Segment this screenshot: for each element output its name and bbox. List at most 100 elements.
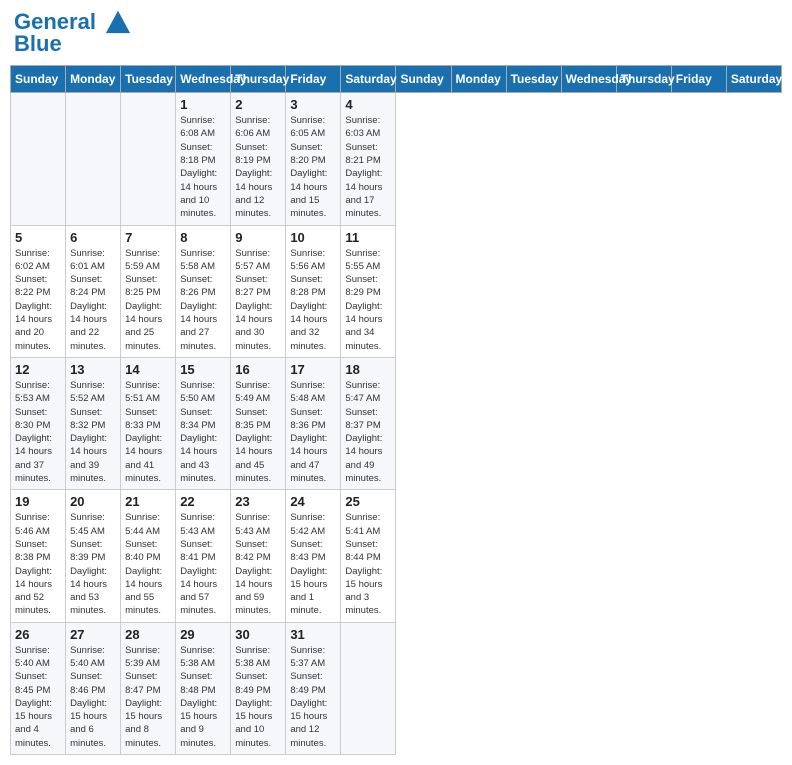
day-info: Sunrise: 5:48 AMSunset: 8:36 PMDaylight:…	[290, 379, 336, 485]
day-info: Sunrise: 5:40 AMSunset: 8:45 PMDaylight:…	[15, 644, 61, 750]
day-info: Sunrise: 5:47 AMSunset: 8:37 PMDaylight:…	[345, 379, 391, 485]
col-header-tuesday: Tuesday	[506, 66, 561, 93]
day-header-thursday: Thursday	[231, 66, 286, 93]
calendar-cell: 6 Sunrise: 6:01 AMSunset: 8:24 PMDaylight…	[66, 225, 121, 357]
calendar-cell: 3 Sunrise: 6:05 AMSunset: 8:20 PMDaylight…	[286, 93, 341, 225]
day-info: Sunrise: 5:51 AMSunset: 8:33 PMDaylight:…	[125, 379, 171, 485]
day-number: 23	[235, 494, 281, 509]
day-info: Sunrise: 5:42 AMSunset: 8:43 PMDaylight:…	[290, 511, 336, 617]
day-info: Sunrise: 5:57 AMSunset: 8:27 PMDaylight:…	[235, 247, 281, 353]
calendar-cell: 15 Sunrise: 5:50 AMSunset: 8:34 PMDayligh…	[176, 357, 231, 489]
day-info: Sunrise: 5:37 AMSunset: 8:49 PMDaylight:…	[290, 644, 336, 750]
day-info: Sunrise: 5:58 AMSunset: 8:26 PMDaylight:…	[180, 247, 226, 353]
day-number: 18	[345, 362, 391, 377]
day-info: Sunrise: 5:50 AMSunset: 8:34 PMDaylight:…	[180, 379, 226, 485]
day-number: 24	[290, 494, 336, 509]
day-info: Sunrise: 5:38 AMSunset: 8:49 PMDaylight:…	[235, 644, 281, 750]
calendar-table: SundayMondayTuesdayWednesdayThursdayFrid…	[10, 65, 782, 755]
day-number: 27	[70, 627, 116, 642]
page-header: General Blue	[10, 10, 782, 57]
calendar-cell: 29 Sunrise: 5:38 AMSunset: 8:48 PMDayligh…	[176, 622, 231, 754]
calendar-week-3: 12 Sunrise: 5:53 AMSunset: 8:30 PMDayligh…	[11, 357, 782, 489]
day-header-tuesday: Tuesday	[121, 66, 176, 93]
day-header-saturday: Saturday	[341, 66, 396, 93]
calendar-cell: 31 Sunrise: 5:37 AMSunset: 8:49 PMDayligh…	[286, 622, 341, 754]
calendar-week-1: 1Sunrise: 6:08 AMSunset: 8:18 PMDaylight…	[11, 93, 782, 225]
calendar-cell: 9 Sunrise: 5:57 AMSunset: 8:27 PMDaylight…	[231, 225, 286, 357]
calendar-cell: 18 Sunrise: 5:47 AMSunset: 8:37 PMDayligh…	[341, 357, 396, 489]
calendar-header-row: SundayMondayTuesdayWednesdayThursdayFrid…	[11, 66, 782, 93]
calendar-cell: 2 Sunrise: 6:06 AMSunset: 8:19 PMDaylight…	[231, 93, 286, 225]
calendar-cell: 16 Sunrise: 5:49 AMSunset: 8:35 PMDayligh…	[231, 357, 286, 489]
col-header-saturday: Saturday	[726, 66, 781, 93]
day-info: Sunrise: 5:44 AMSunset: 8:40 PMDaylight:…	[125, 511, 171, 617]
day-number: 12	[15, 362, 61, 377]
calendar-cell: 28 Sunrise: 5:39 AMSunset: 8:47 PMDayligh…	[121, 622, 176, 754]
day-info: Sunrise: 5:41 AMSunset: 8:44 PMDaylight:…	[345, 511, 391, 617]
day-number: 2	[235, 97, 281, 112]
day-number: 3	[290, 97, 336, 112]
calendar-cell: 12 Sunrise: 5:53 AMSunset: 8:30 PMDayligh…	[11, 357, 66, 489]
day-number: 16	[235, 362, 281, 377]
day-header-friday: Friday	[286, 66, 341, 93]
day-number: 5	[15, 230, 61, 245]
day-header-monday: Monday	[66, 66, 121, 93]
day-info: Sunrise: 5:45 AMSunset: 8:39 PMDaylight:…	[70, 511, 116, 617]
logo: General Blue	[14, 10, 132, 57]
day-number: 15	[180, 362, 226, 377]
day-number: 28	[125, 627, 171, 642]
day-number: 6	[70, 230, 116, 245]
day-number: 14	[125, 362, 171, 377]
calendar-cell	[11, 93, 66, 225]
calendar-cell: 10 Sunrise: 5:56 AMSunset: 8:28 PMDayligh…	[286, 225, 341, 357]
day-info: Sunrise: 6:06 AMSunset: 8:19 PMDaylight:…	[235, 114, 281, 220]
day-number: 11	[345, 230, 391, 245]
day-number: 19	[15, 494, 61, 509]
day-number: 25	[345, 494, 391, 509]
calendar-cell: 26Sunrise: 5:40 AMSunset: 8:45 PMDayligh…	[11, 622, 66, 754]
day-info: Sunrise: 5:53 AMSunset: 8:30 PMDaylight:…	[15, 379, 61, 485]
calendar-cell: 4 Sunrise: 6:03 AMSunset: 8:21 PMDaylight…	[341, 93, 396, 225]
calendar-week-2: 5Sunrise: 6:02 AMSunset: 8:22 PMDaylight…	[11, 225, 782, 357]
day-number: 29	[180, 627, 226, 642]
day-info: Sunrise: 5:38 AMSunset: 8:48 PMDaylight:…	[180, 644, 226, 750]
calendar-cell	[66, 93, 121, 225]
day-number: 9	[235, 230, 281, 245]
day-info: Sunrise: 5:46 AMSunset: 8:38 PMDaylight:…	[15, 511, 61, 617]
day-info: Sunrise: 6:01 AMSunset: 8:24 PMDaylight:…	[70, 247, 116, 353]
calendar-cell: 21Sunrise: 5:44 AMSunset: 8:40 PMDayligh…	[121, 490, 176, 622]
calendar-cell: 17Sunrise: 5:48 AMSunset: 8:36 PMDayligh…	[286, 357, 341, 489]
calendar-cell: 1Sunrise: 6:08 AMSunset: 8:18 PMDaylight…	[176, 93, 231, 225]
calendar-week-4: 19 Sunrise: 5:46 AMSunset: 8:38 PMDayligh…	[11, 490, 782, 622]
day-info: Sunrise: 5:43 AMSunset: 8:42 PMDaylight:…	[235, 511, 281, 617]
calendar-cell: 23 Sunrise: 5:43 AMSunset: 8:42 PMDayligh…	[231, 490, 286, 622]
day-number: 31	[290, 627, 336, 642]
day-info: Sunrise: 5:56 AMSunset: 8:28 PMDaylight:…	[290, 247, 336, 353]
col-header-thursday: Thursday	[616, 66, 671, 93]
col-header-sunday: Sunday	[396, 66, 451, 93]
calendar-cell: 20Sunrise: 5:45 AMSunset: 8:39 PMDayligh…	[66, 490, 121, 622]
day-info: Sunrise: 5:49 AMSunset: 8:35 PMDaylight:…	[235, 379, 281, 485]
day-number: 30	[235, 627, 281, 642]
calendar-cell: 27Sunrise: 5:40 AMSunset: 8:46 PMDayligh…	[66, 622, 121, 754]
day-info: Sunrise: 5:43 AMSunset: 8:41 PMDaylight:…	[180, 511, 226, 617]
calendar-cell: 8Sunrise: 5:58 AMSunset: 8:26 PMDaylight…	[176, 225, 231, 357]
calendar-cell: 7 Sunrise: 5:59 AMSunset: 8:25 PMDaylight…	[121, 225, 176, 357]
day-number: 7	[125, 230, 171, 245]
calendar-cell: 14 Sunrise: 5:51 AMSunset: 8:33 PMDayligh…	[121, 357, 176, 489]
calendar-cell	[121, 93, 176, 225]
day-header-sunday: Sunday	[11, 66, 66, 93]
day-info: Sunrise: 6:08 AMSunset: 8:18 PMDaylight:…	[180, 114, 226, 220]
day-info: Sunrise: 6:05 AMSunset: 8:20 PMDaylight:…	[290, 114, 336, 220]
day-number: 10	[290, 230, 336, 245]
day-info: Sunrise: 5:59 AMSunset: 8:25 PMDaylight:…	[125, 247, 171, 353]
day-number: 4	[345, 97, 391, 112]
day-header-wednesday: Wednesday	[176, 66, 231, 93]
calendar-cell: 24 Sunrise: 5:42 AMSunset: 8:43 PMDayligh…	[286, 490, 341, 622]
calendar-cell: 5Sunrise: 6:02 AMSunset: 8:22 PMDaylight…	[11, 225, 66, 357]
day-info: Sunrise: 5:39 AMSunset: 8:47 PMDaylight:…	[125, 644, 171, 750]
col-header-monday: Monday	[451, 66, 506, 93]
day-info: Sunrise: 5:55 AMSunset: 8:29 PMDaylight:…	[345, 247, 391, 353]
day-info: Sunrise: 6:03 AMSunset: 8:21 PMDaylight:…	[345, 114, 391, 220]
calendar-cell: 11 Sunrise: 5:55 AMSunset: 8:29 PMDayligh…	[341, 225, 396, 357]
